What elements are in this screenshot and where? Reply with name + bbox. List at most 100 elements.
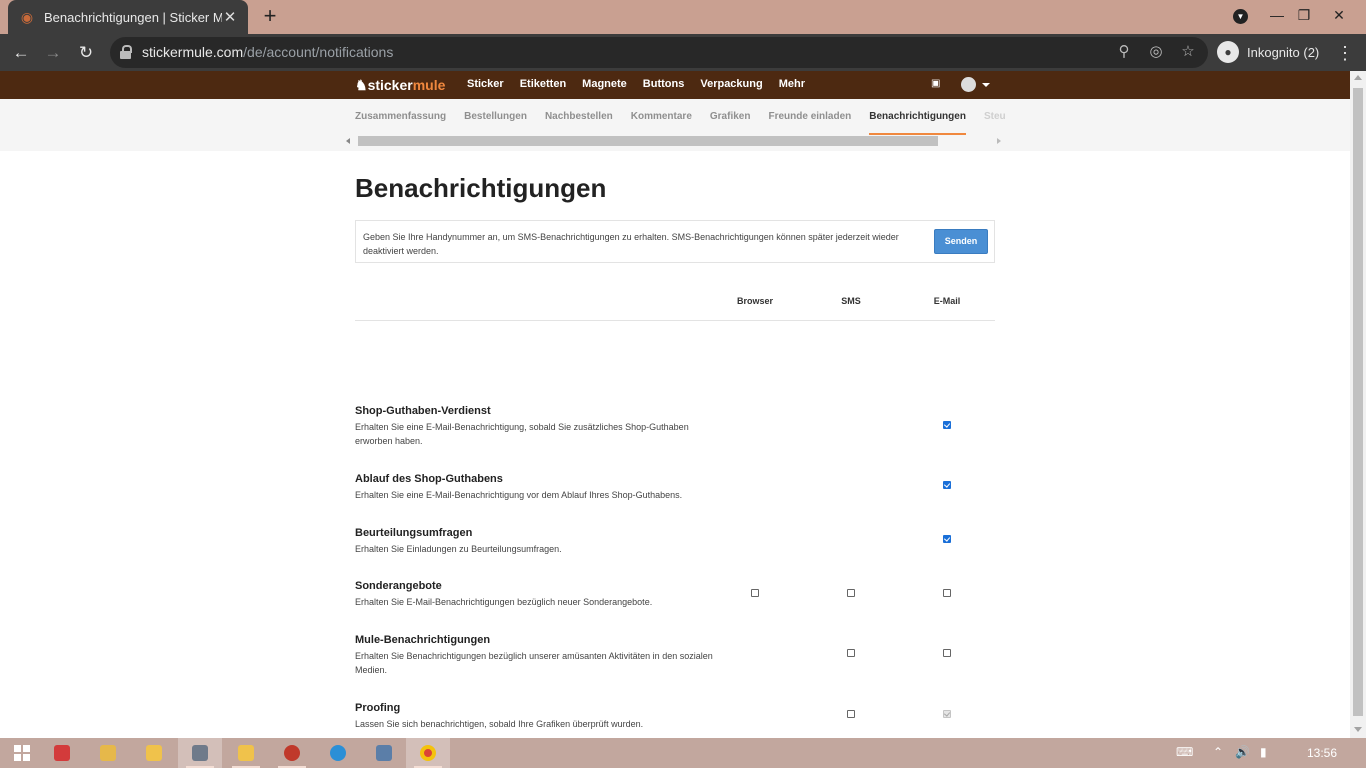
scroll-up-icon[interactable] [1354,75,1362,80]
sms-prompt-text: Geben Sie Ihre Handynummer an, um SMS-Be… [363,232,899,256]
app-icon [192,745,208,761]
nav-item-etiketten[interactable]: Etiketten [520,78,566,90]
sms-checkbox[interactable] [847,589,855,597]
chevron-up-icon[interactable]: ⌃ [1213,745,1223,759]
start-button[interactable] [0,738,44,768]
email-checkbox[interactable] [943,589,951,597]
mule-logo-icon: ♞ [355,77,368,93]
nav-item-verpackung[interactable]: Verpackung [700,78,762,90]
account-dropdown-icon[interactable] [982,83,990,87]
taskbar-app-tool[interactable] [178,738,222,768]
sticker-mule-logo[interactable]: ♞stickermule [355,77,445,94]
browser-tab-strip: ◉ Benachrichtigungen | Sticker Mule ✕ + … [0,0,1366,34]
volume-icon[interactable]: 🔊 [1235,745,1250,759]
account-subnav: Zusammenfassung Bestellungen Nachbestellen… [0,99,1350,151]
avatar[interactable] [961,77,976,92]
taskbar-app-edge[interactable] [316,738,360,768]
folder-icon [146,745,162,761]
url-text[interactable]: stickermule.com/de/account/notifications [142,44,393,60]
taskbar-app-explorer[interactable] [132,738,176,768]
row-description: Lassen Sie sich benachrichtigen, sobald … [355,719,644,729]
tab-kommentare[interactable]: Kommentare [631,111,692,135]
sticker-mule-favicon-icon: ◉ [20,9,34,25]
taskbar-clock[interactable]: 13:56 [1296,746,1348,760]
taskbar-app-media[interactable] [270,738,314,768]
reload-icon[interactable]: ↻ [73,40,99,66]
email-checkbox[interactable] [943,649,951,657]
forward-icon[interactable]: → [40,40,66,66]
incognito-indicator[interactable]: ● Inkognito (2) [1217,39,1319,65]
page-viewport: ♞stickermule Sticker Etiketten Magnete B… [0,71,1350,738]
browser-tab[interactable]: ◉ Benachrichtigungen | Sticker Mule ✕ [8,0,248,34]
row-description: Erhalten Sie eine E-Mail-Benachrichtigun… [355,490,683,500]
windows-taskbar: ⌨ ⌃ 🔊 ▮ 13:56 [0,738,1366,768]
taskbar-app-pdf[interactable] [40,738,84,768]
lock-icon [120,45,132,59]
restore-button[interactable]: ❐ [1287,0,1321,30]
scroll-right-icon[interactable] [997,138,1001,144]
tracking-blocked-eye-icon[interactable]: ◎ [1145,41,1167,63]
new-tab-button[interactable]: + [258,4,282,28]
row-description: Erhalten Sie eine E-Mail-Benachrichtigun… [355,422,689,446]
bookmark-star-icon[interactable]: ☆ [1177,41,1199,63]
back-icon[interactable]: ← [8,40,34,66]
row-title: Proofing [355,702,401,714]
taskbar-app-photos[interactable] [362,738,406,768]
row-title: Mule-Benachrichtigungen [355,634,491,646]
row-title: Shop-Guthaben-Verdienst [355,405,491,417]
folder-icon [238,745,254,761]
tab-benachrichtigungen[interactable]: Benachrichtigungen [869,111,966,135]
photos-icon [376,745,392,761]
tab-bestellungen[interactable]: Bestellungen [464,111,527,135]
network-icon[interactable]: ▮ [1260,745,1267,759]
paint-app-icon [100,745,116,761]
scrollbar-thumb[interactable] [1353,88,1363,716]
nav-item-mehr[interactable]: Mehr [779,78,805,90]
browser-menu-icon[interactable]: ⋮ [1336,40,1354,66]
taskbar-app-explorer-2[interactable] [224,738,268,768]
tab-search-icon[interactable]: ▼ [1233,9,1248,24]
header-divider [355,320,995,321]
subnav-horizontal-scrollbar[interactable] [343,135,1005,147]
pdf-app-icon [54,745,70,761]
edge-icon [330,745,346,761]
scroll-down-icon[interactable] [1354,727,1362,732]
row-description: Erhalten Sie Benachrichtigungen bezüglic… [355,651,713,675]
nav-item-magnete[interactable]: Magnete [582,78,627,90]
taskbar-app-chrome[interactable] [406,738,450,768]
email-checkbox[interactable] [943,481,951,489]
address-bar[interactable]: stickermule.com/de/account/notifications… [110,37,1208,68]
email-checkbox[interactable] [943,535,951,543]
cart-icon[interactable]: ▣ [931,79,941,89]
close-window-button[interactable]: ✕ [1322,0,1356,30]
taskbar-app-paint[interactable] [86,738,130,768]
sms-checkbox[interactable] [847,710,855,718]
tab-title: Benachrichtigungen | Sticker Mule [44,9,222,25]
tab-freunde-einladen[interactable]: Freunde einladen [768,111,851,135]
zoom-icon[interactable]: ⚲ [1113,41,1135,63]
close-tab-icon[interactable]: ✕ [222,8,238,26]
keyboard-icon[interactable]: ⌨ [1176,745,1193,759]
tab-steuern[interactable]: Steuern [984,111,1005,135]
browser-checkbox[interactable] [751,589,759,597]
column-header-email: E-Mail [933,296,961,306]
incognito-label: Inkognito (2) [1247,44,1320,60]
page-vertical-scrollbar[interactable] [1350,71,1366,738]
row-description: Erhalten Sie E-Mail-Benachrichtigungen b… [355,597,653,607]
tab-grafiken[interactable]: Grafiken [710,111,751,135]
sms-checkbox[interactable] [847,649,855,657]
send-button[interactable]: Senden [934,229,988,254]
scrollbar-thumb[interactable] [358,136,938,146]
tab-zusammenfassung[interactable]: Zusammenfassung [355,111,446,135]
scroll-left-icon[interactable] [346,138,350,144]
column-header-browser: Browser [736,296,773,306]
email-checkbox-disabled [943,710,951,718]
page-title: Benachrichtigungen [355,173,607,203]
sms-signup-box: Geben Sie Ihre Handynummer an, um SMS-Be… [355,220,995,263]
main-nav: Sticker Etiketten Magnete Buttons Verpac… [467,78,805,90]
row-title: Beurteilungsumfragen [355,527,473,539]
nav-item-sticker[interactable]: Sticker [467,78,504,90]
tab-nachbestellen[interactable]: Nachbestellen [545,111,613,135]
email-checkbox[interactable] [943,421,951,429]
nav-item-buttons[interactable]: Buttons [643,78,685,90]
